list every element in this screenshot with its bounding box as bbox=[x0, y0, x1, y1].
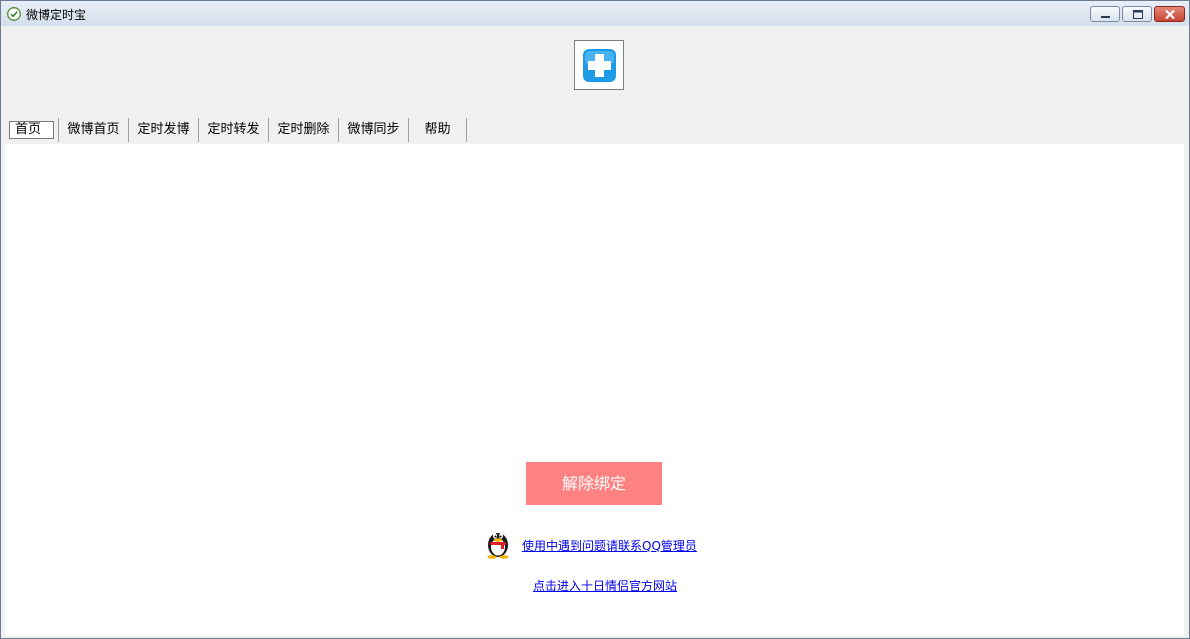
tab-label: 首页 bbox=[8, 121, 54, 139]
tab-weibo-sync[interactable]: 微博同步 bbox=[339, 118, 409, 142]
tab-scheduled-delete[interactable]: 定时删除 bbox=[269, 118, 339, 142]
official-site-link[interactable]: 点击进入十日情侣官方网站 bbox=[533, 577, 677, 594]
tab-label: 定时转发 bbox=[207, 122, 260, 137]
app-logo bbox=[574, 40, 624, 90]
tab-help[interactable]: 帮助 bbox=[409, 118, 467, 142]
qq-admin-contact-link[interactable]: 使用中遇到问题请联系QQ管理员 bbox=[522, 537, 697, 554]
close-button[interactable] bbox=[1154, 6, 1185, 22]
title-bar[interactable]: 微博定时宝 bbox=[1, 1, 1189, 26]
tab-scheduled-repost[interactable]: 定时转发 bbox=[199, 118, 269, 142]
app-window: 微博定时宝 首页 微博首页 定时发博 定时转发 定时删除 微博同步 帮助 解除绑… bbox=[0, 0, 1190, 639]
tab-bar: 首页 微博首页 定时发博 定时转发 定时删除 微博同步 帮助 bbox=[5, 118, 467, 142]
tab-scheduled-post[interactable]: 定时发博 bbox=[129, 118, 199, 142]
plus-cross-icon bbox=[583, 49, 616, 82]
tab-label: 定时删除 bbox=[277, 122, 330, 137]
clock-check-icon bbox=[7, 7, 21, 21]
tab-label: 微博首页 bbox=[67, 122, 120, 137]
qq-penguin-icon bbox=[484, 527, 512, 562]
tab-label: 帮助 bbox=[424, 122, 451, 137]
maximize-button[interactable] bbox=[1122, 6, 1152, 22]
home-panel: 解除绑定 使用中遇到问题请联系QQ管理员 点击进入十日情侣官方网站 bbox=[5, 144, 1184, 636]
window-title: 微博定时宝 bbox=[26, 8, 87, 22]
tab-home[interactable]: 首页 bbox=[5, 118, 59, 142]
minimize-button[interactable] bbox=[1090, 6, 1120, 22]
tab-label: 微博同步 bbox=[347, 122, 400, 137]
unbind-button[interactable]: 解除绑定 bbox=[526, 462, 662, 505]
tab-weibo-home[interactable]: 微博首页 bbox=[59, 118, 129, 142]
tab-label: 定时发博 bbox=[137, 122, 190, 137]
